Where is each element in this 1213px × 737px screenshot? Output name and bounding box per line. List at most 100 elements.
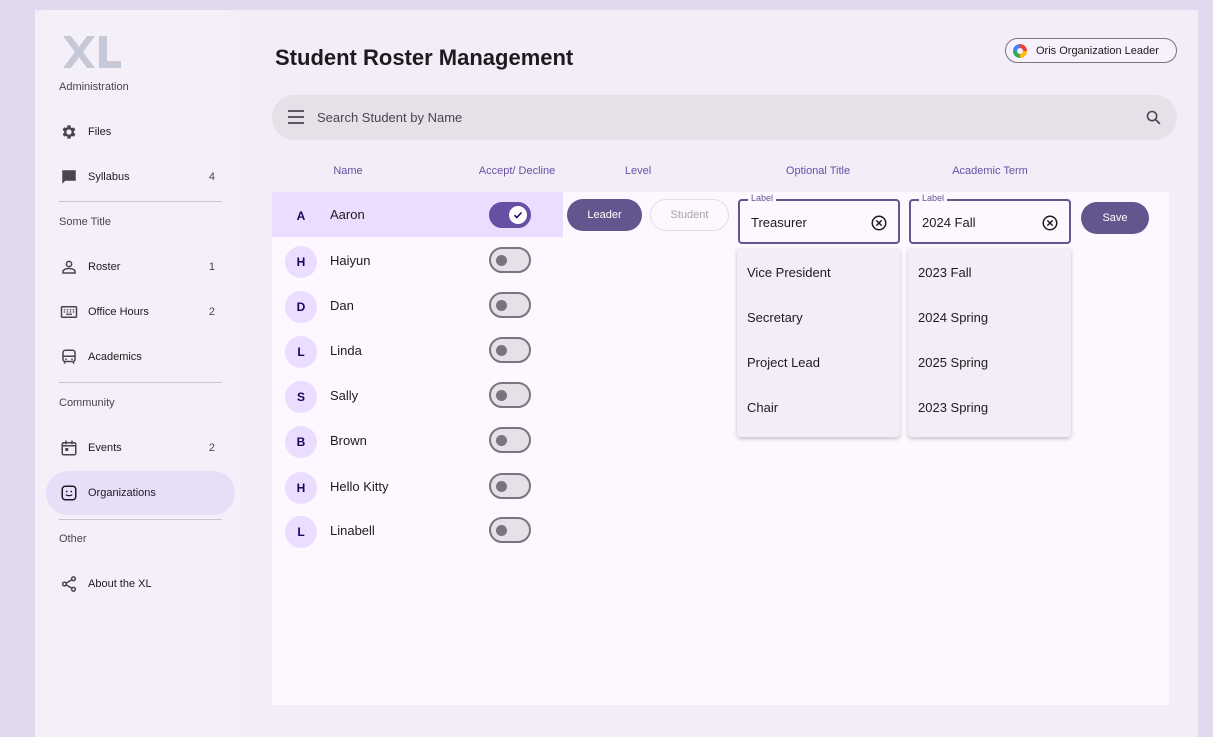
title-option[interactable]: Project Lead xyxy=(737,340,900,385)
accept-toggle[interactable] xyxy=(489,337,531,363)
accept-toggle[interactable] xyxy=(489,247,531,273)
term-options-menu: 2023 Fall 2024 Spring 2025 Spring 2023 S… xyxy=(908,248,1071,437)
accept-toggle[interactable] xyxy=(489,292,531,318)
sidebar-item-label: Office Hours xyxy=(88,306,149,318)
table-row[interactable]: L Linda xyxy=(272,328,563,373)
sidebar-item-label: About the XL xyxy=(88,578,152,590)
toggle-knob xyxy=(496,345,507,356)
sidebar-item-label: Roster xyxy=(88,261,121,273)
term-option[interactable]: 2024 Spring xyxy=(908,295,1071,340)
sticker-icon xyxy=(61,485,77,501)
academic-term-field[interactable]: Label xyxy=(909,193,1071,244)
accept-toggle[interactable] xyxy=(489,517,531,543)
toggle-knob xyxy=(496,525,507,536)
table-row[interactable]: A Aaron xyxy=(272,192,563,237)
student-name: Linabell xyxy=(330,523,375,538)
title-option[interactable]: Secretary xyxy=(737,295,900,340)
term-option[interactable]: 2023 Fall xyxy=(908,250,1071,295)
table-row[interactable]: H Haiyun xyxy=(272,238,563,283)
toggle-knob xyxy=(496,435,507,446)
save-button[interactable]: Save xyxy=(1081,202,1149,234)
sidebar-item-count: 2 xyxy=(208,306,215,318)
accept-toggle[interactable] xyxy=(489,473,531,499)
sidebar-item-files[interactable]: Files xyxy=(46,110,235,154)
search-input[interactable] xyxy=(317,106,1117,128)
search-icon[interactable] xyxy=(1145,109,1162,126)
share-icon xyxy=(61,576,77,592)
table-row[interactable]: S Sally xyxy=(272,373,563,418)
sidebar-item-office-hours[interactable]: Office Hours 2 xyxy=(46,290,235,334)
sidebar-divider xyxy=(59,201,222,202)
avatar: B xyxy=(285,426,317,458)
field-label: Label xyxy=(748,193,777,203)
keyboard-icon xyxy=(60,306,78,318)
term-option[interactable]: 2025 Spring xyxy=(908,340,1071,385)
calendar-icon xyxy=(61,440,77,456)
sidebar-item-syllabus[interactable]: Syllabus 4 xyxy=(46,155,235,199)
student-name: Dan xyxy=(330,298,354,313)
avatar: L xyxy=(285,516,317,548)
student-button[interactable]: Student xyxy=(650,199,729,231)
avatar: D xyxy=(285,291,317,323)
table-row[interactable]: B Brown xyxy=(272,418,563,463)
google-logo-icon xyxy=(1013,43,1027,58)
sidebar-item-academics[interactable]: Academics xyxy=(46,335,235,379)
column-header-level: Level xyxy=(624,165,652,177)
student-name: Linda xyxy=(330,343,362,358)
avatar: L xyxy=(285,336,317,368)
accept-toggle[interactable] xyxy=(489,202,531,228)
table-row[interactable]: H Hello Kitty xyxy=(272,464,563,509)
avatar: S xyxy=(285,381,317,413)
sidebar-item-roster[interactable]: Roster 1 xyxy=(46,245,235,289)
menu-icon[interactable] xyxy=(288,110,304,124)
toggle-knob xyxy=(496,300,507,311)
sidebar-item-label: Organizations xyxy=(88,487,156,499)
optional-title-field[interactable]: Label xyxy=(738,193,900,244)
check-icon xyxy=(513,211,523,219)
table-row[interactable]: D Dan xyxy=(272,283,563,328)
field-label: Label xyxy=(919,193,948,203)
role-chip[interactable]: Oris Organization Leader xyxy=(1005,38,1177,63)
accept-toggle[interactable] xyxy=(489,427,531,453)
toggle-knob xyxy=(496,481,507,492)
leader-button[interactable]: Leader xyxy=(567,199,642,231)
sidebar-heading-other: Other xyxy=(59,533,87,545)
person-icon xyxy=(62,260,76,274)
avatar: A xyxy=(296,209,306,223)
clear-icon[interactable] xyxy=(870,214,888,232)
clear-icon[interactable] xyxy=(1041,214,1059,232)
sidebar-divider xyxy=(59,519,222,520)
sidebar-item-label: Events xyxy=(88,442,122,454)
sidebar-item-label: Syllabus xyxy=(88,171,130,183)
sidebar-heading-some-title: Some Title xyxy=(59,216,111,228)
gear-icon xyxy=(62,125,76,139)
xl-logo xyxy=(63,36,121,68)
toggle-knob xyxy=(509,206,527,224)
title-option[interactable]: Chair xyxy=(737,385,900,430)
sidebar-heading-administration: Administration xyxy=(59,81,129,93)
student-name: Brown xyxy=(330,433,367,448)
sidebar-item-count: 2 xyxy=(208,442,215,454)
academic-term-input[interactable] xyxy=(922,213,1032,231)
column-header-title: Optional Title xyxy=(785,165,851,177)
avatar: H xyxy=(285,472,317,504)
sidebar-item-about[interactable]: About the XL xyxy=(46,562,235,606)
sidebar-item-label: Files xyxy=(88,126,112,138)
student-name: Sally xyxy=(330,388,359,403)
optional-title-input[interactable] xyxy=(751,213,861,231)
toggle-knob xyxy=(496,255,507,266)
column-header-accept: Accept/ Decline xyxy=(478,165,556,177)
title-option[interactable]: Vice President xyxy=(737,250,900,295)
student-name: Haiyun xyxy=(330,253,371,268)
sidebar-divider xyxy=(59,382,222,383)
toggle-knob xyxy=(496,390,507,401)
student-name: Hello Kitty xyxy=(330,479,389,494)
search-bar[interactable] xyxy=(272,95,1177,140)
accept-toggle[interactable] xyxy=(489,382,531,408)
sidebar-item-count: 4 xyxy=(208,171,215,183)
sidebar-item-events[interactable]: Events 2 xyxy=(46,426,235,470)
sidebar-item-organizations[interactable]: Organizations xyxy=(46,471,235,515)
term-option[interactable]: 2023 Spring xyxy=(908,385,1071,430)
title-options-menu: Vice President Secretary Project Lead Ch… xyxy=(737,248,900,437)
table-row[interactable]: L Linabell xyxy=(272,508,563,553)
